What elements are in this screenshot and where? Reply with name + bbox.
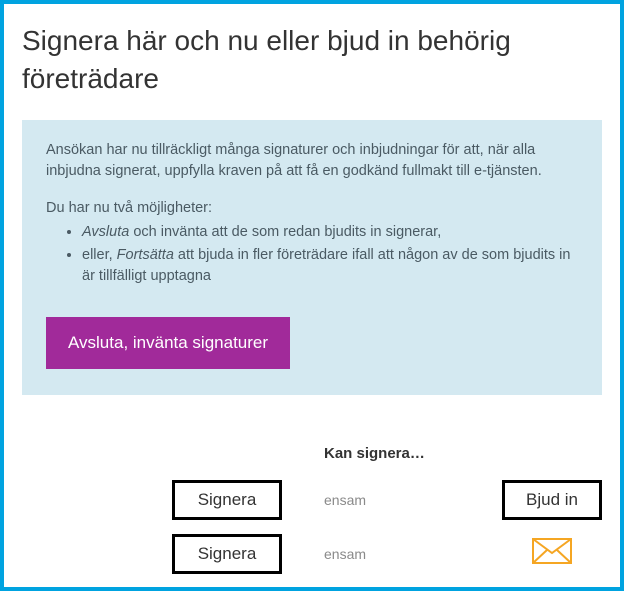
info-paragraph: Ansökan har nu tillräckligt många signat…	[46, 140, 578, 182]
page-title: Signera här och nu eller bjud in behörig…	[22, 22, 602, 98]
finish-button[interactable]: Avsluta, invänta signaturer	[46, 317, 290, 369]
list-item: eller, Fortsätta att bjuda in fler föret…	[82, 245, 578, 287]
info-box: Ansökan har nu tillräckligt många signat…	[22, 120, 602, 395]
can-sign-header: Kan signera…	[324, 445, 602, 462]
option-prefix: eller,	[82, 247, 117, 263]
invite-button[interactable]: Bjud in	[502, 480, 602, 520]
signers-section: Kan signera… Signera ensam Bjud in Signe…	[22, 445, 602, 574]
option-text: och invänta att de som redan bjudits in …	[129, 224, 441, 240]
options-heading: Du har nu två möjligheter:	[46, 200, 578, 216]
options-list: Avsluta och invänta att de som redan bju…	[46, 222, 578, 287]
table-row: Signera ensam	[172, 534, 602, 574]
sign-button[interactable]: Signera	[172, 534, 282, 574]
list-item: Avsluta och invänta att de som redan bju…	[82, 222, 578, 243]
option-emphasis: Avsluta	[82, 224, 129, 240]
option-emphasis: Fortsätta	[117, 247, 174, 263]
mail-sent-icon	[532, 538, 572, 569]
table-row: Signera ensam Bjud in	[172, 480, 602, 520]
sign-status: ensam	[324, 492, 502, 508]
sign-status: ensam	[324, 546, 532, 562]
sign-button[interactable]: Signera	[172, 480, 282, 520]
